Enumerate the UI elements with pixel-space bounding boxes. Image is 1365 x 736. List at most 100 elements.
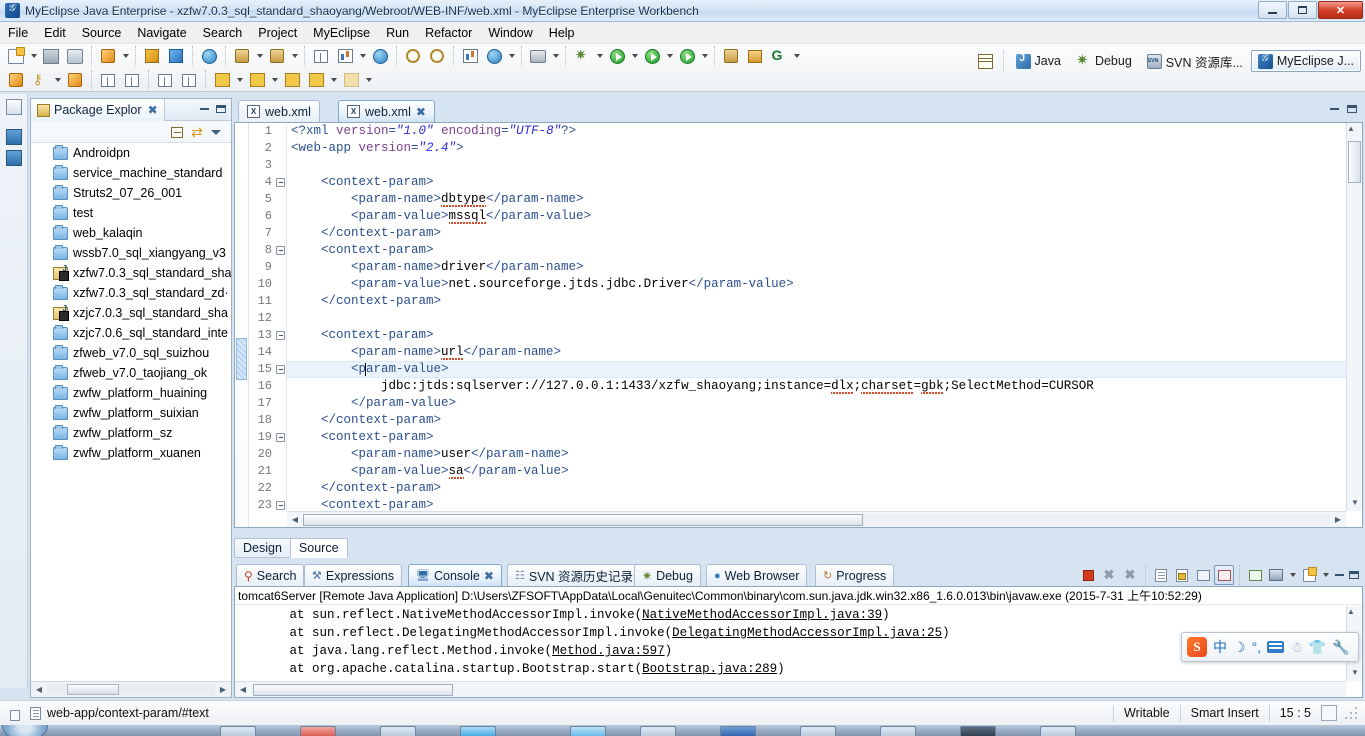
search-dropdown[interactable] — [52, 69, 63, 91]
scroll-down-icon[interactable]: ▼ — [1347, 495, 1362, 510]
snapshot-dropdown[interactable] — [550, 45, 561, 67]
remove-all-terminated-button[interactable]: ✖ — [1120, 565, 1140, 585]
tree-item[interactable]: zwfw_platform_suixian — [31, 403, 231, 423]
code-line[interactable]: </context-param> — [287, 480, 1346, 497]
tab-debug[interactable]: ✷ Debug — [634, 564, 701, 586]
scroll-right-icon[interactable]: ▶ — [215, 682, 231, 697]
code-line[interactable]: <?xml version="1.0" encoding="UTF-8"?> — [287, 123, 1346, 140]
tab-progress[interactable]: ↻ Progress — [815, 564, 895, 586]
open-resource-dropdown[interactable] — [289, 45, 300, 67]
snapshot-button[interactable] — [527, 45, 549, 67]
new-console-dropdown[interactable] — [1320, 564, 1331, 586]
start-button[interactable] — [2, 725, 48, 736]
menu-project[interactable]: Project — [250, 24, 305, 42]
close-icon[interactable]: ✖ — [416, 105, 426, 119]
fold-toggle-icon[interactable] — [276, 501, 285, 510]
tree-item[interactable]: Androidpn — [31, 143, 231, 163]
code-line[interactable]: </context-param> — [287, 293, 1346, 310]
debug-dropdown[interactable] — [594, 45, 605, 67]
scroll-left-icon[interactable]: ◀ — [31, 682, 47, 697]
tab-web-browser[interactable]: ● Web Browser — [706, 564, 808, 586]
display-selected-console-button[interactable] — [1266, 565, 1286, 585]
tree-item[interactable]: zfweb_v7.0_sql_suizhou — [31, 343, 231, 363]
perspective-java[interactable]: Java — [1009, 50, 1068, 72]
console-horizontal-scrollbar[interactable]: ◀ — [235, 681, 1346, 697]
open-perspective-button[interactable] — [975, 50, 997, 72]
fold-toggle-icon[interactable] — [276, 246, 285, 255]
print-button[interactable] — [64, 45, 86, 67]
code-line[interactable]: <context-param> — [287, 174, 1346, 191]
chinese-mode-icon[interactable]: 中 — [1213, 640, 1227, 654]
tree-item[interactable]: zwfw_platform_xuanen — [31, 443, 231, 463]
code-line[interactable]: </param-value> — [287, 395, 1346, 412]
new-annotation-dropdown[interactable] — [791, 45, 802, 67]
collapse-all-icon[interactable] — [169, 124, 185, 140]
toggle-breadcrumb-button[interactable] — [154, 69, 176, 91]
new-console-view-button[interactable] — [1299, 565, 1319, 585]
fastview-icon-2[interactable] — [5, 150, 22, 166]
tab-search[interactable]: ⚲ Search — [236, 564, 305, 586]
code-line[interactable]: </context-param> — [287, 412, 1346, 429]
resize-grip-icon[interactable] — [1343, 705, 1359, 721]
code-line[interactable]: <param-name>driver</param-name> — [287, 259, 1346, 276]
taskbar-item[interactable] — [880, 726, 916, 736]
maximize-console-button[interactable] — [1347, 568, 1361, 582]
new-annotation-button[interactable] — [768, 45, 790, 67]
scroll-up-icon[interactable]: ▲ — [1347, 607, 1362, 622]
stacktrace-link[interactable]: Bootstrap.java:289 — [642, 662, 777, 676]
scroll-down-icon[interactable]: ▼ — [1347, 665, 1362, 680]
perspective-myeclipse[interactable]: MyEclipse J... — [1250, 50, 1361, 72]
open-type-dropdown[interactable] — [254, 45, 265, 67]
console-hscroll-thumb[interactable] — [253, 684, 453, 696]
tree-item[interactable]: xzfw7.0.3_sql_standard_sha — [31, 263, 231, 283]
code-line[interactable]: <param-name>dbtype</param-name> — [287, 191, 1346, 208]
tab-expressions[interactable]: ⚒ Expressions — [304, 564, 402, 586]
taskbar-item[interactable] — [380, 726, 416, 736]
maximize-view-button[interactable] — [214, 102, 228, 116]
tree-item[interactable]: wssb7.0_sql_xiangyang_v3 — [31, 243, 231, 263]
editor-tab-webxml-2[interactable]: X web.xml ✖ — [338, 100, 435, 122]
new-button[interactable] — [5, 45, 27, 67]
open-type-button[interactable] — [231, 45, 253, 67]
menu-navigate[interactable]: Navigate — [129, 24, 194, 42]
tree-item[interactable]: xzfw7.0.3_sql_standard_zd· — [31, 283, 231, 303]
menu-refactor[interactable]: Refactor — [417, 24, 480, 42]
step-over-dropdown[interactable] — [269, 69, 280, 91]
fastview-icon-1[interactable] — [5, 129, 22, 145]
previous-dropdown[interactable] — [328, 69, 339, 91]
soft-keyboard-icon[interactable] — [1267, 641, 1285, 653]
forward-dropdown[interactable] — [363, 69, 374, 91]
project-tree[interactable]: Androidpn service_machine_standard Strut… — [31, 143, 231, 665]
minimize-button[interactable] — [1258, 1, 1287, 19]
taskbar-item[interactable] — [1040, 726, 1076, 736]
fold-toggle-icon[interactable] — [276, 178, 285, 187]
code-line[interactable]: <context-param> — [287, 327, 1346, 344]
editor-vertical-scrollbar[interactable]: ▲ ▼ — [1346, 123, 1362, 511]
tree-item[interactable]: zwfw_platform_huaining — [31, 383, 231, 403]
code-line[interactable]: <context-param> — [287, 242, 1346, 259]
taskbar-item[interactable] — [460, 726, 496, 736]
code-line[interactable]: jdbc:jtds:sqlserver://127.0.0.1:1433/xzf… — [287, 378, 1346, 395]
console-output[interactable]: at sun.reflect.NativeMethodAccessorImpl.… — [237, 606, 1346, 681]
step-over-button[interactable] — [246, 69, 268, 91]
code-line[interactable]: <web-app version="2.4"> — [287, 140, 1346, 157]
fold-toggle-icon[interactable] — [276, 433, 285, 442]
new-class-button[interactable] — [310, 45, 332, 67]
sogou-input-method-toolbar[interactable]: S 中 ☽ °, ☃ 👕 🔧 — [1181, 632, 1359, 662]
editor-hscroll-thumb[interactable] — [303, 513, 863, 526]
tree-item[interactable]: zfweb_v7.0_taojiang_ok — [31, 363, 231, 383]
export-button[interactable] — [334, 45, 356, 67]
code-line[interactable]: <context-param> — [287, 497, 1346, 511]
editor-vscroll-thumb[interactable] — [1348, 141, 1361, 183]
tree-item[interactable]: xzjc7.0.3_sql_standard_sha — [31, 303, 231, 323]
tree-item[interactable]: web_kalaqin — [31, 223, 231, 243]
stacktrace-link[interactable]: DelegatingMethodAccessorImpl.java:25 — [672, 626, 942, 640]
package-explorer-hscrollbar[interactable]: ◀ ▶ — [31, 681, 231, 697]
code-line[interactable] — [287, 157, 1346, 174]
search-button[interactable] — [29, 69, 51, 91]
view-menu-icon[interactable] — [208, 124, 224, 140]
link-with-editor-icon[interactable]: ⇄ — [189, 124, 205, 140]
code-line[interactable] — [287, 310, 1346, 327]
run-button[interactable] — [606, 45, 628, 67]
moon-icon[interactable]: ☽ — [1233, 640, 1246, 654]
